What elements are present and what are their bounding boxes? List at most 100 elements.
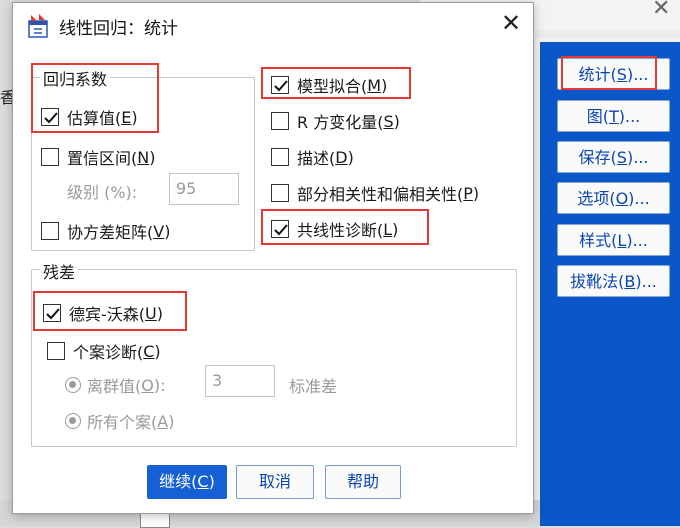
- side-button-label: )...: [626, 148, 649, 167]
- side-button-bootstrap[interactable]: 拔靴法(B)...: [557, 265, 670, 297]
- check-icon: [44, 112, 58, 124]
- all-cases-radio[interactable]: [65, 413, 81, 429]
- help-button[interactable]: 帮助: [325, 465, 401, 499]
- residuals-label: 残差: [40, 259, 79, 283]
- radio-dot-icon: [69, 381, 76, 388]
- all-cases-option[interactable]: 所有个案(A): [65, 409, 174, 433]
- estimates-key: E: [121, 107, 132, 127]
- continue-button-label-end: ): [208, 472, 215, 491]
- title-bar: 线性回归：统计 ✕: [13, 3, 533, 47]
- covariance-matrix-key: V: [153, 221, 165, 241]
- app-icon: [28, 14, 48, 38]
- side-button-label: 图(: [586, 107, 609, 126]
- side-button-style[interactable]: 样式(L)...: [557, 224, 670, 256]
- confidence-intervals-option[interactable]: 置信区间(N): [41, 145, 155, 169]
- side-button-key: O: [615, 189, 629, 208]
- casewise-diagnostics-label-end: ): [154, 341, 161, 361]
- level-label: 级别 (%):: [67, 183, 138, 202]
- outliers-radio[interactable]: [65, 377, 81, 393]
- level-input[interactable]: 95: [169, 173, 239, 205]
- side-button-key: L: [617, 231, 627, 250]
- side-button-options[interactable]: 选项(O)...: [557, 182, 670, 214]
- all-cases-label-end: ): [168, 411, 175, 431]
- side-button-key: T: [608, 107, 619, 126]
- durbin-watson-label: 德宾-沃森(: [69, 305, 146, 324]
- side-button-label: )...: [635, 272, 657, 291]
- covariance-matrix-label: 协方差矩阵(: [67, 223, 154, 242]
- part-partial-correlations-option[interactable]: 部分相关性和偏相关性(P): [271, 181, 479, 205]
- all-cases-label: 所有个案(: [87, 413, 158, 432]
- descriptives-key: D: [335, 147, 348, 167]
- r-squared-change-checkbox[interactable]: [271, 112, 289, 130]
- descriptives-checkbox[interactable]: [271, 148, 289, 166]
- continue-button-label: 继续(: [159, 472, 198, 491]
- side-button-label: 保存(: [578, 148, 617, 167]
- estimates-label-end: ): [131, 107, 138, 127]
- estimates-label: 估算值(: [67, 109, 122, 128]
- durbin-watson-checkbox[interactable]: [43, 304, 61, 322]
- outliers-key: O: [141, 375, 154, 395]
- collinearity-diagnostics-label: 共线性诊断(: [297, 221, 384, 240]
- side-button-plots[interactable]: 图(T)...: [557, 100, 670, 132]
- model-fit-key: M: [367, 75, 382, 95]
- background-close-icon[interactable]: ✕: [652, 0, 670, 21]
- side-button-label: )...: [618, 107, 641, 126]
- side-button-label: )...: [628, 189, 650, 208]
- collinearity-diagnostics-label-end: ): [392, 219, 399, 239]
- close-icon[interactable]: ✕: [501, 11, 521, 35]
- casewise-diagnostics-label: 个案诊断(: [73, 343, 144, 362]
- confidence-intervals-label-end: ): [149, 147, 156, 167]
- estimates-option[interactable]: 估算值(E): [41, 105, 138, 129]
- collinearity-diagnostics-option[interactable]: 共线性诊断(L): [271, 217, 398, 241]
- all-cases-key: A: [157, 411, 169, 431]
- confidence-intervals-checkbox[interactable]: [41, 148, 59, 166]
- outliers-option[interactable]: 离群值(O):: [65, 373, 165, 397]
- covariance-matrix-option[interactable]: 协方差矩阵(V): [41, 219, 170, 243]
- part-partial-correlations-checkbox[interactable]: [271, 184, 289, 202]
- model-fit-label: 模型拟合(: [297, 77, 368, 96]
- continue-button[interactable]: 继续(C): [147, 465, 227, 499]
- background-toolbar: [535, 30, 680, 38]
- durbin-watson-option[interactable]: 德宾-沃森(U): [43, 301, 163, 325]
- linear-regression-statistics-dialog: 线性回归：统计 ✕ 回归系数 估算值(E) 置信区间(N) 级别 (%): 95…: [12, 2, 534, 514]
- confidence-intervals-key: N: [137, 147, 150, 167]
- check-icon: [46, 308, 60, 320]
- side-button-label: 选项(: [577, 189, 616, 208]
- covariance-matrix-checkbox[interactable]: [41, 222, 59, 240]
- estimates-checkbox[interactable]: [41, 108, 59, 126]
- outliers-input[interactable]: 3: [205, 365, 275, 397]
- r-squared-change-label-end: ): [393, 111, 400, 131]
- descriptives-label-end: ): [347, 147, 354, 167]
- cancel-button[interactable]: 取消: [236, 465, 314, 499]
- radio-dot-icon: [69, 417, 76, 424]
- durbin-watson-key: U: [145, 303, 157, 323]
- collinearity-diagnostics-checkbox[interactable]: [271, 220, 289, 238]
- check-icon: [274, 224, 288, 236]
- collinearity-diagnostics-key: L: [383, 219, 393, 239]
- part-partial-correlations-key: P: [463, 183, 473, 203]
- check-icon: [274, 80, 288, 92]
- model-fit-checkbox[interactable]: [271, 76, 289, 94]
- r-squared-change-option[interactable]: R 方变化量(S): [271, 109, 400, 133]
- side-button-label: )...: [626, 231, 648, 250]
- side-button-save[interactable]: 保存(S)...: [557, 141, 670, 173]
- casewise-diagnostics-option[interactable]: 个案诊断(C): [47, 339, 161, 363]
- outliers-label-end: ):: [153, 375, 166, 395]
- r-squared-change-label: R 方变化量(: [297, 113, 384, 132]
- descriptives-label: 描述(: [297, 149, 336, 168]
- outliers-label: 离群值(: [87, 377, 142, 396]
- model-fit-label-end: ): [381, 75, 388, 95]
- model-fit-option[interactable]: 模型拟合(M): [271, 73, 387, 97]
- durbin-watson-label-end: ): [156, 303, 163, 323]
- part-partial-correlations-label-end: ): [472, 183, 480, 203]
- confidence-intervals-label: 置信区间(: [67, 149, 138, 168]
- r-squared-change-key: S: [383, 111, 394, 131]
- highlight-box-statistics: [561, 56, 657, 90]
- descriptives-option[interactable]: 描述(D): [271, 145, 354, 169]
- covariance-matrix-label-end: ): [164, 221, 171, 241]
- casewise-diagnostics-checkbox[interactable]: [47, 342, 65, 360]
- side-button-key: B: [624, 272, 636, 291]
- side-button-key: S: [616, 148, 627, 167]
- part-partial-correlations-label: 部分相关性和偏相关性(: [297, 185, 464, 204]
- continue-button-key: C: [197, 472, 209, 491]
